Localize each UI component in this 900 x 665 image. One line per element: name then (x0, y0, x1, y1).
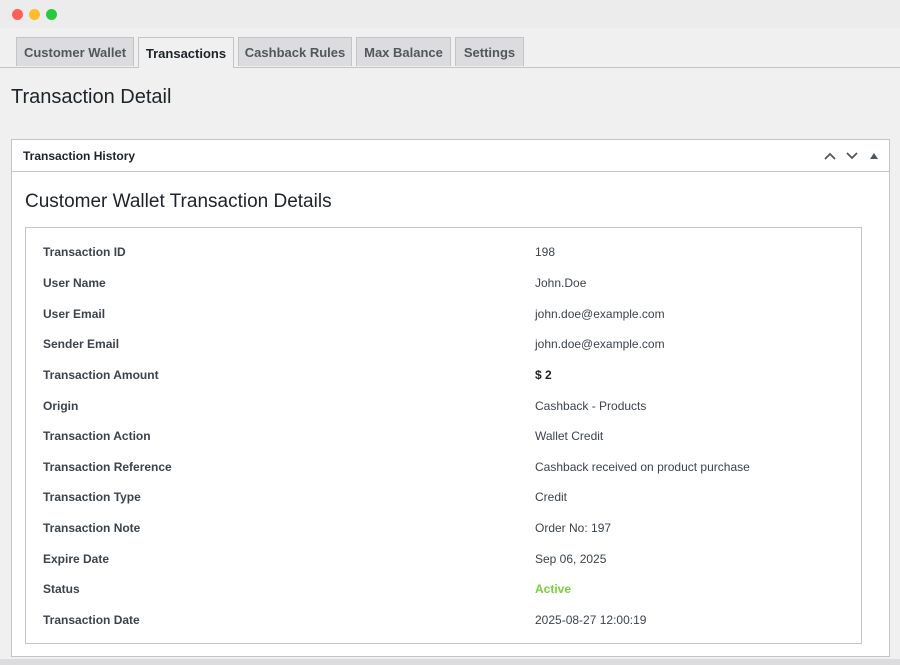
tab-transactions[interactable]: Transactions (138, 37, 234, 68)
detail-row: Transaction ID 198 (26, 237, 861, 268)
detail-row: User Name John.Doe (26, 268, 861, 299)
page-title: Transaction Detail (11, 86, 172, 108)
detail-value: Order No: 197 (535, 521, 612, 536)
detail-row: Transaction Action Wallet Credit (26, 421, 861, 452)
maximize-window-button[interactable] (46, 9, 57, 20)
transaction-history-panel: Transaction History Customer Wallet Tran… (11, 139, 890, 657)
window-titlebar (0, 0, 900, 28)
detail-row: Sender Email john.doe@example.com (26, 329, 861, 360)
triangle-up-icon[interactable] (863, 145, 885, 167)
detail-label: Origin (43, 398, 79, 413)
details-table: Transaction ID 198 User Name John.Doe User… (25, 227, 862, 644)
minimize-window-button[interactable] (29, 9, 40, 20)
transaction-amount-value: $ 2 (535, 367, 552, 382)
detail-label: Transaction Type (43, 490, 141, 505)
detail-row: Origin Cashback - Products (26, 390, 861, 421)
detail-row: Transaction Date 2025-08-27 12:00:19 (26, 605, 861, 636)
panel-controls (819, 140, 885, 171)
chevron-down-icon[interactable] (841, 145, 863, 167)
detail-value: john.doe@example.com (535, 306, 665, 321)
detail-value: Cashback - Products (535, 398, 647, 413)
tab-customer-wallet[interactable]: Customer Wallet (16, 37, 134, 66)
detail-row: Transaction Type Credit (26, 482, 861, 513)
detail-label: Expire Date (43, 551, 110, 566)
detail-label: Transaction Reference (43, 459, 172, 474)
detail-label: User Name (43, 275, 106, 290)
horizontal-scrollbar[interactable] (0, 659, 900, 665)
detail-label: Sender Email (43, 337, 120, 352)
detail-value: John.Doe (535, 275, 587, 290)
detail-value: 198 (535, 245, 556, 260)
panel-title: Transaction History (23, 148, 136, 163)
chevron-up-icon[interactable] (819, 145, 841, 167)
detail-value: 2025-08-27 12:00:19 (535, 613, 647, 627)
detail-row: Transaction Amount $ 2 (26, 360, 861, 391)
close-window-button[interactable] (12, 9, 23, 20)
status-badge: Active (535, 582, 572, 597)
detail-value: Cashback received on product purchase (535, 459, 750, 474)
tab-settings[interactable]: Settings (455, 37, 524, 66)
tab-max-balance[interactable]: Max Balance (356, 37, 451, 66)
detail-label: Transaction Date (43, 613, 140, 627)
panel-body: Customer Wallet Transaction Details Tran… (12, 191, 889, 644)
detail-row: User Email john.doe@example.com (26, 298, 861, 329)
detail-label: Status (43, 582, 80, 597)
detail-label: User Email (43, 306, 106, 321)
detail-label: Transaction Action (43, 429, 151, 444)
detail-row: Transaction Note Order No: 197 (26, 513, 861, 544)
detail-row: Transaction Reference Cashback received o… (26, 451, 861, 482)
detail-label: Transaction ID (43, 245, 126, 260)
detail-value: john.doe@example.com (535, 337, 665, 352)
detail-row: Status Active (26, 574, 861, 605)
detail-value: Wallet Credit (535, 429, 604, 444)
section-heading: Customer Wallet Transaction Details (25, 191, 332, 212)
detail-value: Credit (535, 490, 568, 505)
tab-bar: Customer Wallet Transactions Cashback Ru… (0, 37, 900, 68)
panel-header: Transaction History (12, 140, 889, 172)
detail-label: Transaction Note (43, 521, 141, 536)
detail-value: Sep 06, 2025 (535, 551, 607, 566)
detail-label: Transaction Amount (43, 367, 159, 382)
detail-row: Expire Date Sep 06, 2025 (26, 543, 861, 574)
tab-cashback-rules[interactable]: Cashback Rules (238, 37, 352, 66)
